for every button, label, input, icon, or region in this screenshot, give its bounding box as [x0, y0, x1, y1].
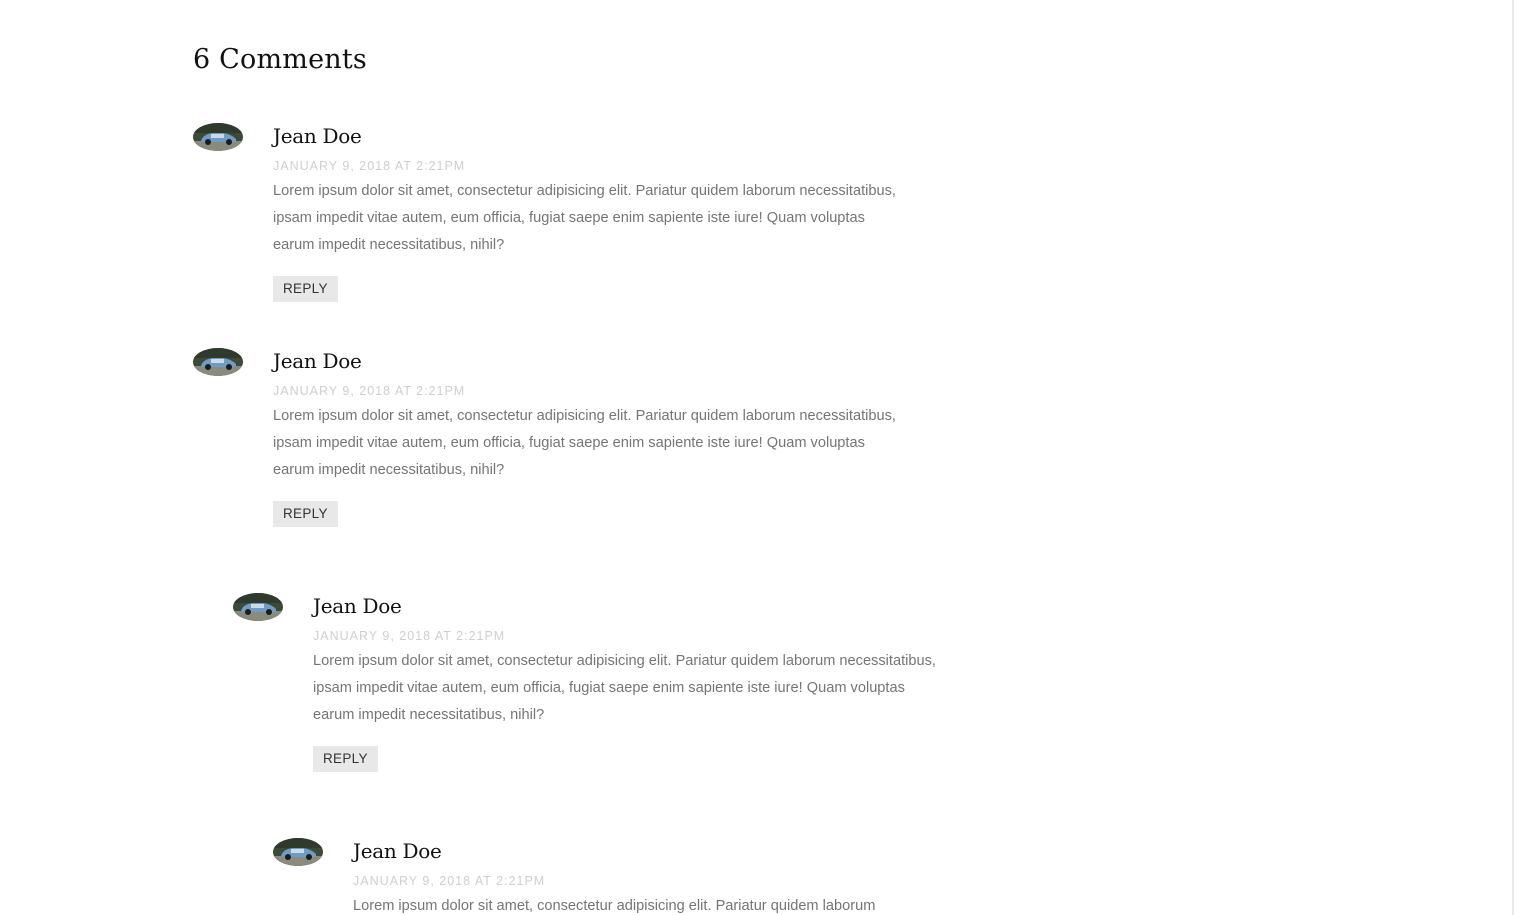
- reply-button[interactable]: Reply: [313, 746, 378, 772]
- avatar: [193, 123, 243, 151]
- comment-date: January 9, 2018 at 2:21pm: [313, 629, 506, 643]
- comment-text: Lorem ipsum dolor sit amet, consectetur …: [273, 408, 896, 478]
- comment-text: Lorem ipsum dolor sit amet, consectetur …: [353, 898, 876, 914]
- comment-date: January 9, 2018 at 2:21pm: [353, 874, 546, 888]
- avatar: [273, 838, 323, 866]
- comment-text: Lorem ipsum dolor sit amet, consectetur …: [313, 653, 936, 723]
- comment-text: Lorem ipsum dolor sit amet, consectetur …: [273, 183, 896, 253]
- comment-author: Jean Doe: [273, 124, 362, 148]
- comment-author: Jean Doe: [273, 349, 362, 373]
- reply-button[interactable]: Reply: [273, 276, 338, 302]
- avatar: [193, 348, 243, 376]
- comments-count-heading: 6 Comments: [193, 44, 367, 75]
- comment-author: Jean Doe: [353, 839, 442, 863]
- reply-button[interactable]: Reply: [273, 501, 338, 527]
- avatar: [233, 593, 283, 621]
- comment-author: Jean Doe: [313, 594, 402, 618]
- comment-date: January 9, 2018 at 2:21pm: [273, 159, 466, 173]
- comment-date: January 9, 2018 at 2:21pm: [273, 384, 466, 398]
